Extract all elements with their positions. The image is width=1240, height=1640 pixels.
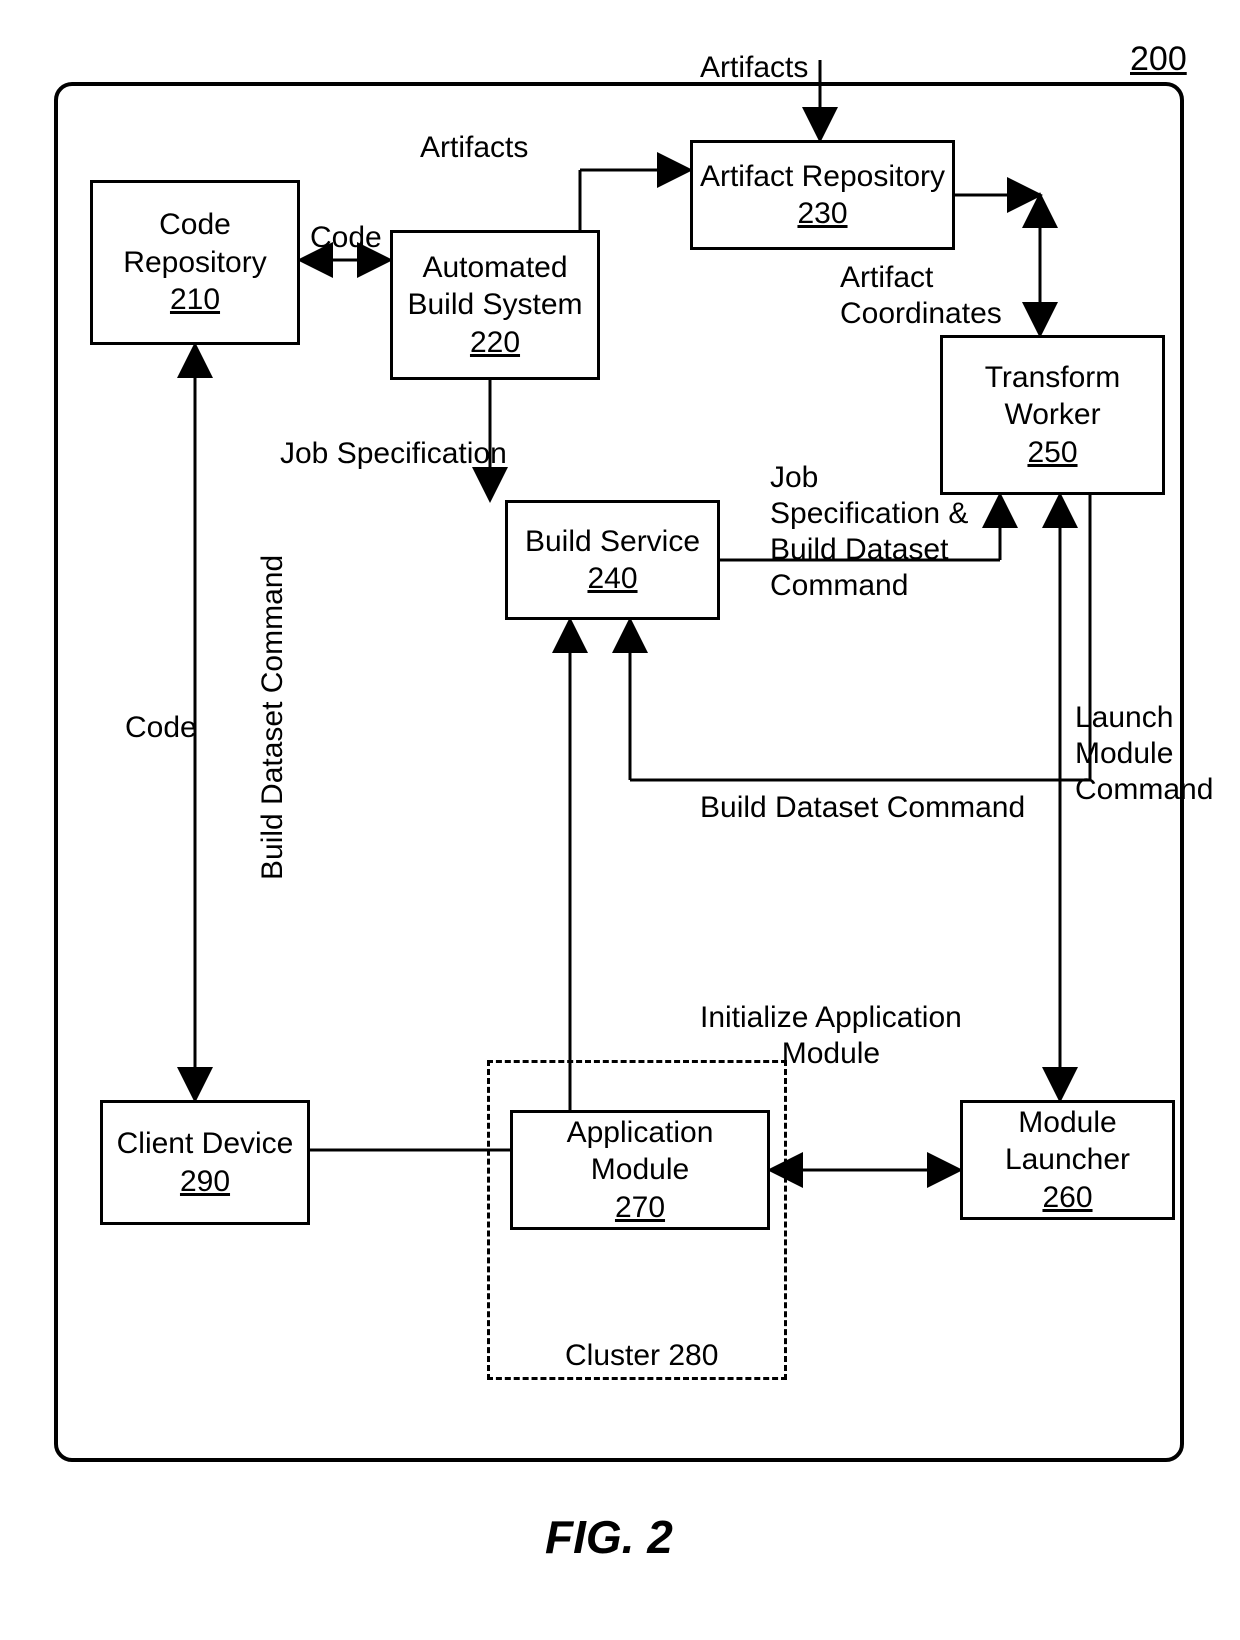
box-build-service: Build Service 240 <box>505 500 720 620</box>
edge-label-artifact-coords: Artifact Coordinates <box>840 260 1002 332</box>
box-ref: 220 <box>470 324 520 362</box>
edge-label-code-2: Code <box>125 710 197 746</box>
edge-label-job-spec-build: Job Specification & Build Dataset Comman… <box>770 460 968 604</box>
edge-label-build-cmd-1: Build Dataset Command <box>255 555 291 880</box>
edge-label-build-cmd-2: Build Dataset Command <box>700 790 1025 826</box>
box-ref: 250 <box>1027 434 1077 472</box>
box-module-launcher: Module Launcher 260 <box>960 1100 1175 1220</box>
box-ref: 210 <box>170 281 220 319</box>
edge-label-code-1: Code <box>310 220 382 256</box>
box-transform-worker: Transform Worker 250 <box>940 335 1165 495</box>
box-title: Code Repository <box>99 206 291 281</box>
diagram-canvas: 200 <box>0 0 1240 1640</box>
box-ref: 290 <box>180 1163 230 1201</box>
box-title: Automated Build System <box>399 249 591 324</box>
edge-label-artifacts-2: Artifacts <box>700 50 808 86</box>
edge-label-artifacts-1: Artifacts <box>420 130 528 166</box>
box-client-device: Client Device 290 <box>100 1100 310 1225</box>
box-ref: 270 <box>615 1189 665 1227</box>
box-ref: 240 <box>587 560 637 598</box>
box-title: Transform Worker <box>949 359 1156 434</box>
edge-label-launch-cmd: Launch Module Command <box>1075 700 1213 808</box>
box-ref: 230 <box>797 195 847 233</box>
box-application-module: Application Module 270 <box>510 1110 770 1230</box>
box-title: Application Module <box>519 1114 761 1189</box>
cluster-label: Cluster 280 <box>565 1338 718 1374</box>
box-automated-build-system: Automated Build System 220 <box>390 230 600 380</box>
edge-label-job-spec: Job Specification <box>280 436 507 472</box>
box-title: Artifact Repository <box>700 158 945 196</box>
box-artifact-repository: Artifact Repository 230 <box>690 140 955 250</box>
figure-label: FIG. 2 <box>545 1510 673 1564</box>
box-code-repository: Code Repository 210 <box>90 180 300 345</box>
box-title: Build Service <box>525 523 700 561</box>
box-title: Client Device <box>117 1125 294 1163</box>
box-title: Module Launcher <box>969 1104 1166 1179</box>
box-ref: 260 <box>1042 1179 1092 1217</box>
edge-label-init-app: Initialize Application Module <box>700 1000 962 1072</box>
